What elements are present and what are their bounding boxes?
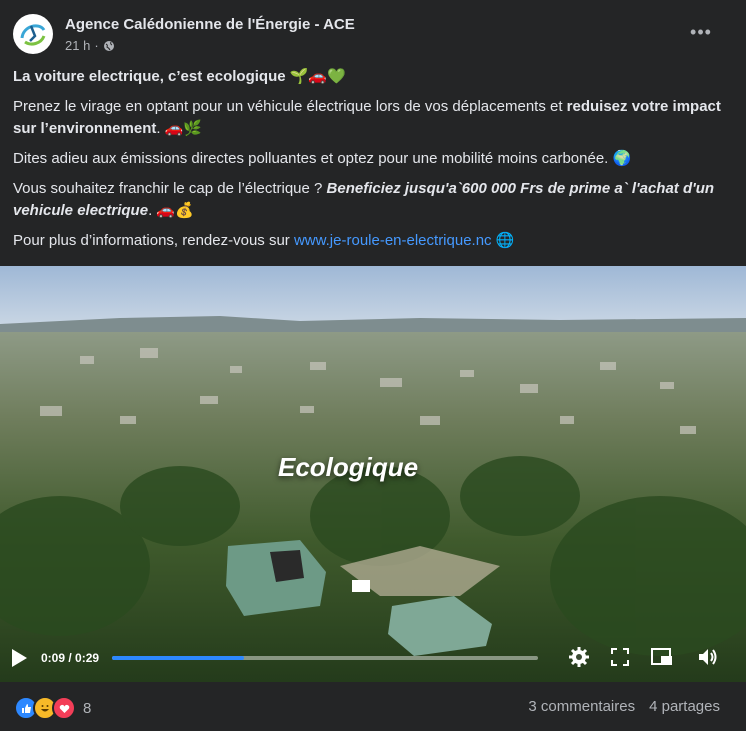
page-avatar[interactable] (13, 14, 53, 54)
comments-count-link[interactable]: 3 commentaires (528, 698, 635, 715)
more-options-button[interactable]: ••• (686, 20, 716, 44)
post-message: La voiture electrique, c’est ecologique … (13, 66, 733, 260)
video-controls: 0:09 / 0:29 (0, 636, 746, 682)
website-link[interactable]: www.je-roule-en-electrique.nc (294, 232, 492, 249)
video-progress-bar[interactable] (112, 656, 538, 660)
settings-gear-icon[interactable] (568, 646, 590, 668)
video-time: 0:09 / 0:29 (41, 651, 100, 665)
post-paragraph-5: Pour plus d’informations, rendez-vous su… (13, 232, 515, 249)
picture-in-picture-icon[interactable] (650, 646, 674, 668)
post-meta: 21 h · (65, 38, 115, 53)
post-paragraph-2: Prenez le virage en optant pour un véhic… (13, 98, 721, 137)
video-progress-fill (112, 656, 245, 660)
post-paragraph-4: Vous souhaitez franchir le cap de l’élec… (13, 180, 715, 219)
reactions-summary[interactable]: 8 (14, 696, 91, 720)
page-name[interactable]: Agence Calédonienne de l'Énergie - ACE (65, 16, 355, 33)
volume-icon[interactable] (696, 646, 720, 668)
video-player[interactable]: Ecologique 0:09 / 0:29 (0, 266, 746, 682)
ace-logo-icon (14, 15, 52, 53)
video-overlay-title: Ecologique (278, 452, 419, 482)
play-icon[interactable] (10, 648, 28, 668)
shares-count-link[interactable]: 4 partages (649, 698, 720, 715)
post-headline: La voiture electrique, c’est ecologique … (13, 68, 346, 85)
post-paragraph-3: Dites adieu aux émissions directes pollu… (13, 150, 632, 167)
fullscreen-icon[interactable] (610, 646, 630, 668)
post-time[interactable]: 21 h (65, 38, 90, 53)
post-header: Agence Calédonienne de l'Énergie - ACE 2… (0, 0, 746, 64)
love-reaction-icon (52, 696, 76, 720)
post-footer: 8 3 commentaires 4 partages (0, 684, 746, 731)
globe-icon (103, 40, 114, 51)
post-stats: 3 commentaires 4 partages (528, 698, 720, 715)
reaction-count: 8 (83, 699, 92, 717)
